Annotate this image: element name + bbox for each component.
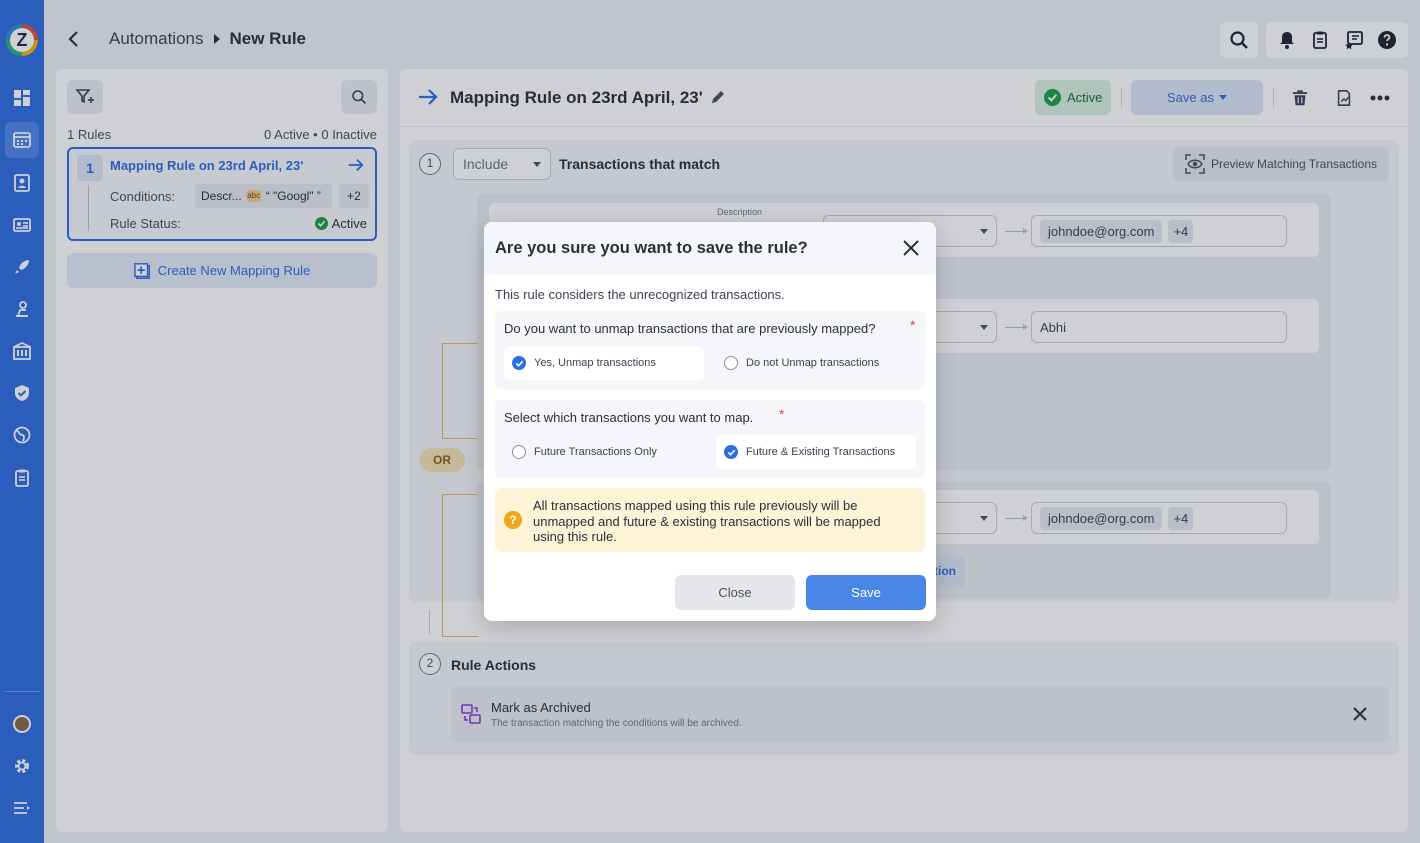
- unmap-question: Do you want to unmap transactions that a…: [495, 311, 925, 389]
- save-button[interactable]: Save: [806, 575, 926, 610]
- checked-radio-icon: [724, 445, 738, 459]
- map-scope-question: Select which transactions you want to ma…: [495, 400, 925, 478]
- option-label: Do not Unmap transactions: [746, 357, 880, 369]
- option-label: Future Transactions Only: [534, 446, 657, 458]
- dialog-header: Are you sure you want to save the rule?: [484, 222, 936, 275]
- required-asterisk: *: [779, 406, 785, 422]
- warning-banner: ? All transactions mapped using this rul…: [495, 488, 925, 552]
- option-do-not-unmap[interactable]: Do not Unmap transactions: [716, 346, 916, 380]
- dialog-title: Are you sure you want to save the rule?: [495, 239, 808, 257]
- map-scope-question-label: Select which transactions you want to ma…: [504, 410, 754, 425]
- dialog-intro: This rule considers the unrecognized tra…: [495, 287, 785, 302]
- option-future-only[interactable]: Future Transactions Only: [504, 435, 704, 469]
- save-confirmation-dialog: Are you sure you want to save the rule? …: [484, 222, 936, 621]
- required-asterisk: *: [910, 317, 916, 333]
- warning-text: All transactions mapped using this rule …: [533, 498, 881, 544]
- option-label: Future & Existing Transactions: [746, 446, 896, 458]
- close-icon[interactable]: [902, 239, 920, 257]
- question-mark-icon: ?: [504, 511, 522, 529]
- close-button[interactable]: Close: [675, 575, 795, 610]
- radio-icon: [512, 445, 526, 459]
- option-future-existing[interactable]: Future & Existing Transactions: [716, 435, 916, 469]
- option-yes-unmap[interactable]: Yes, Unmap transactions: [504, 346, 704, 380]
- option-label: Yes, Unmap transactions: [534, 357, 656, 369]
- unmap-question-label: Do you want to unmap transactions that a…: [504, 321, 876, 336]
- checked-radio-icon: [512, 356, 526, 370]
- radio-icon: [724, 356, 738, 370]
